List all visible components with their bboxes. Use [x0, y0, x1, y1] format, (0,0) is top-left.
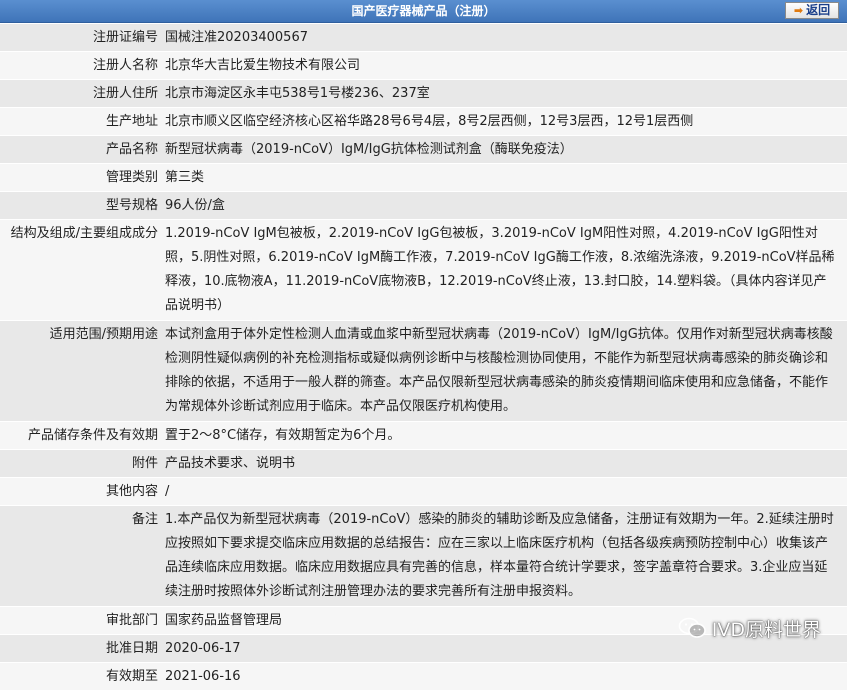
table-row: 产品储存条件及有效期 置于2～8°C储存，有效期暂定为6个月。: [0, 422, 847, 450]
row-label: 备注: [131, 512, 158, 527]
row-value: 北京华大吉比爱生物技术有限公司: [165, 58, 361, 73]
row-label: 注册证编号: [92, 30, 158, 45]
back-button-label: 返回: [806, 3, 831, 17]
row-value: 1.2019-nCoV IgM包被板，2.2019-nCoV IgG包被板，3.…: [165, 226, 835, 313]
row-value: 本试剂盒用于体外定性检测人血清或血浆中新型冠状病毒（2019-nCoV）IgM/…: [165, 327, 833, 414]
row-value: 96人份/盒: [165, 198, 225, 213]
row-label: 型号规格: [105, 198, 158, 213]
row-value: 国械注准20203400567: [165, 30, 308, 45]
row-value: 置于2～8°C储存，有效期暂定为6个月。: [165, 428, 401, 443]
table-row: 附件 产品技术要求、说明书: [0, 450, 847, 478]
row-value: 北京市海淀区永丰屯538号1号楼236、237室: [165, 86, 430, 101]
watermark-text: IVD原料世界: [711, 618, 821, 641]
row-value: 北京市顺义区临空经济核心区裕华路28号6号4层，8号2层西侧，12号3层西，12…: [165, 114, 694, 129]
table-row: 管理类别 第三类: [0, 164, 847, 192]
back-button[interactable]: ➡ 返回: [785, 2, 839, 19]
table-row: 其他内容 /: [0, 478, 847, 506]
arrow-right-icon: ➡: [793, 4, 804, 17]
table-row: 结构及组成/主要组成成分 1.2019-nCoV IgM包被板，2.2019-n…: [0, 220, 847, 321]
row-label: 注册人住所: [92, 86, 158, 101]
row-value: 新型冠状病毒（2019-nCoV）IgM/IgG抗体检测试剂盒（酶联免疫法）: [165, 142, 573, 157]
page-header: 国产医疗器械产品（注册） ➡ 返回: [0, 0, 847, 23]
row-label: 生产地址: [105, 114, 158, 129]
row-label: 有效期至: [105, 669, 158, 684]
row-label: 适用范围/预期用途: [49, 327, 158, 342]
row-value: 1.本产品仅为新型冠状病毒（2019-nCoV）感染的肺炎的辅助诊断及应急储备，…: [165, 512, 834, 599]
row-label: 其他内容: [105, 484, 158, 499]
row-label: 批准日期: [105, 641, 158, 656]
row-label: 审批部门: [105, 613, 158, 628]
detail-table: 注册证编号 国械注准20203400567 注册人名称 北京华大吉比爱生物技术有…: [0, 24, 847, 691]
table-row: 注册人住所 北京市海淀区永丰屯538号1号楼236、237室: [0, 80, 847, 108]
row-label: 结构及组成/主要组成成分: [10, 226, 158, 241]
table-row: 注册人名称 北京华大吉比爱生物技术有限公司: [0, 52, 847, 80]
row-value: 产品技术要求、说明书: [165, 456, 296, 471]
row-label: 产品名称: [105, 142, 158, 157]
table-row: 注册证编号 国械注准20203400567: [0, 24, 847, 52]
wechat-icon: [678, 617, 706, 638]
row-label: 产品储存条件及有效期: [27, 428, 158, 443]
row-value: /: [165, 484, 170, 499]
table-row: 型号规格 96人份/盒: [0, 192, 847, 220]
row-label: 管理类别: [105, 170, 158, 185]
row-value: 第三类: [165, 170, 205, 185]
table-row: 生产地址 北京市顺义区临空经济核心区裕华路28号6号4层，8号2层西侧，12号3…: [0, 108, 847, 136]
table-row: 有效期至 2021-06-16: [0, 663, 847, 691]
row-label: 附件: [131, 456, 158, 471]
page-title: 国产医疗器械产品（注册）: [351, 4, 496, 18]
row-label: 注册人名称: [92, 58, 158, 73]
table-row: 备注 1.本产品仅为新型冠状病毒（2019-nCoV）感染的肺炎的辅助诊断及应急…: [0, 506, 847, 607]
watermark: IVD原料世界: [678, 614, 821, 642]
row-value: 2021-06-16: [165, 669, 241, 684]
table-row: 适用范围/预期用途 本试剂盒用于体外定性检测人血清或血浆中新型冠状病毒（2019…: [0, 321, 847, 422]
table-row: 产品名称 新型冠状病毒（2019-nCoV）IgM/IgG抗体检测试剂盒（酶联免…: [0, 136, 847, 164]
